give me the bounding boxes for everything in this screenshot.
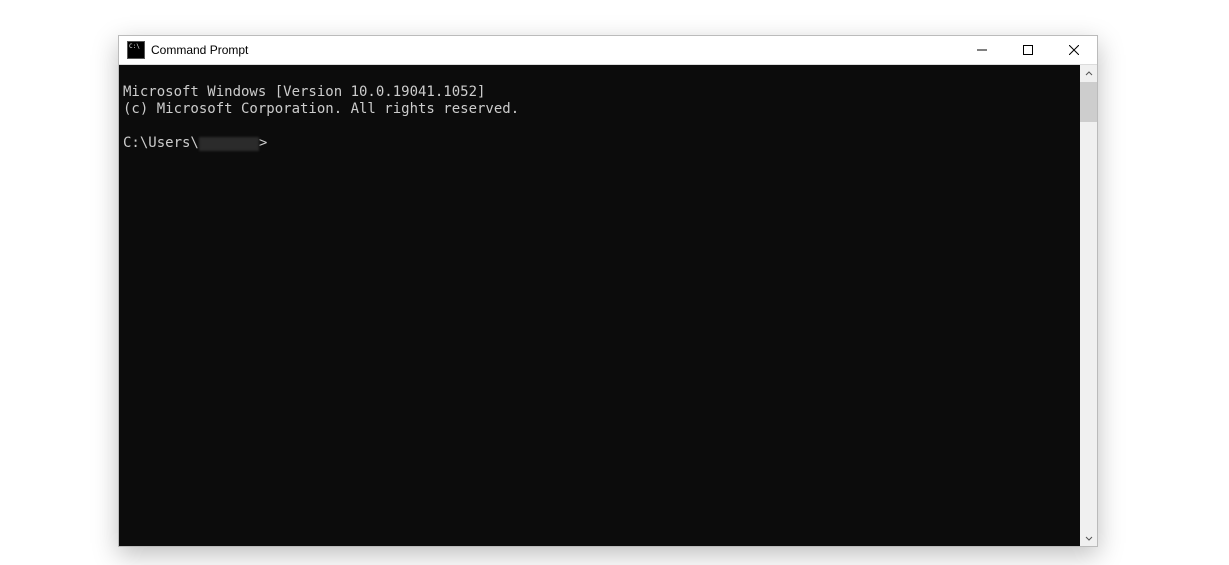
scrollbar-track[interactable] bbox=[1080, 82, 1097, 529]
chevron-up-icon bbox=[1085, 70, 1093, 78]
console-version-line: Microsoft Windows [Version 10.0.19041.10… bbox=[123, 84, 485, 100]
maximize-button[interactable] bbox=[1005, 36, 1051, 64]
close-icon bbox=[1069, 45, 1079, 55]
scroll-down-button[interactable] bbox=[1080, 529, 1097, 546]
client-area: Microsoft Windows [Version 10.0.19041.10… bbox=[119, 65, 1097, 546]
command-prompt-window: Command Prompt Microsoft Windows [ bbox=[118, 35, 1098, 547]
console-prompt-line: C:\Users\ > bbox=[123, 135, 1076, 152]
maximize-icon bbox=[1023, 45, 1033, 55]
redacted-username bbox=[199, 137, 259, 151]
titlebar[interactable]: Command Prompt bbox=[119, 36, 1097, 65]
close-button[interactable] bbox=[1051, 36, 1097, 64]
minimize-icon bbox=[977, 45, 987, 55]
chevron-down-icon bbox=[1085, 534, 1093, 542]
app-icon bbox=[127, 41, 145, 59]
console-copyright-line: (c) Microsoft Corporation. All rights re… bbox=[123, 101, 519, 117]
vertical-scrollbar[interactable] bbox=[1080, 65, 1097, 546]
window-controls bbox=[959, 36, 1097, 64]
scroll-up-button[interactable] bbox=[1080, 65, 1097, 82]
minimize-button[interactable] bbox=[959, 36, 1005, 64]
prompt-suffix: > bbox=[259, 135, 267, 152]
window-title: Command Prompt bbox=[151, 43, 248, 57]
console-output[interactable]: Microsoft Windows [Version 10.0.19041.10… bbox=[119, 65, 1080, 546]
scrollbar-thumb[interactable] bbox=[1080, 82, 1097, 122]
prompt-prefix: C:\Users\ bbox=[123, 135, 199, 152]
